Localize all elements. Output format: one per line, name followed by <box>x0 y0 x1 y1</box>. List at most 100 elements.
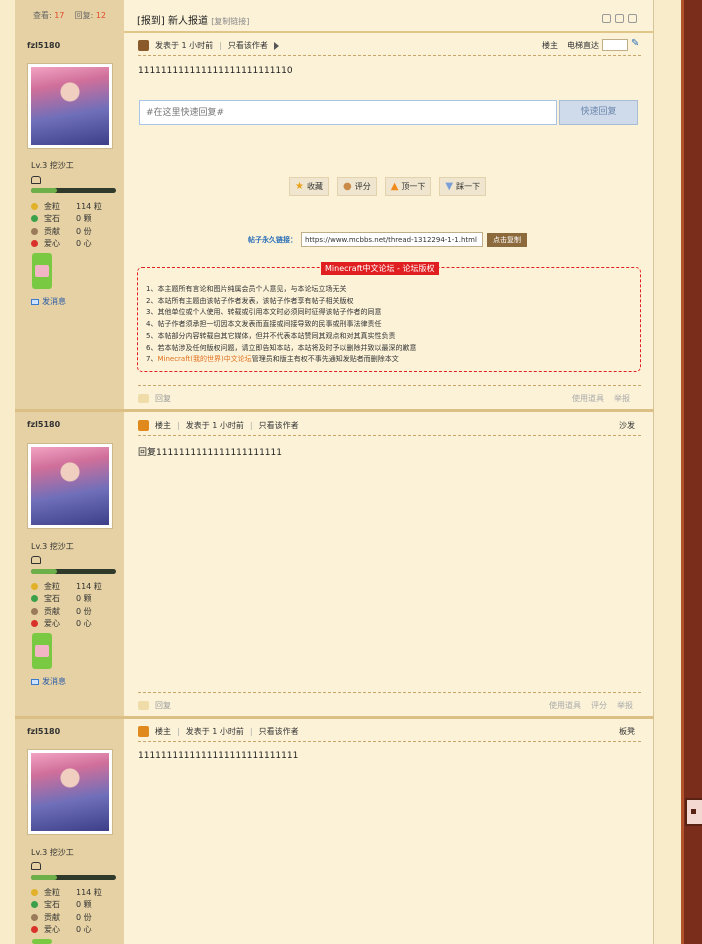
heart-icon <box>31 620 38 627</box>
prev-thread-icon[interactable] <box>615 14 624 23</box>
post3-meta-divider <box>138 741 641 742</box>
rate-button[interactable]: ● 评分 <box>336 177 377 196</box>
post3-meta: 楼主 | 发表于 1 小时前 | 只看该作者 <box>138 726 299 737</box>
report-link[interactable]: 举报 <box>614 393 630 404</box>
permalink-url[interactable] <box>301 232 483 247</box>
medal-icon[interactable] <box>32 633 52 669</box>
replies-label: 回复: <box>74 11 94 20</box>
gem-icon <box>31 215 38 222</box>
post1-avatar[interactable] <box>27 63 113 149</box>
heart-icon <box>31 240 38 247</box>
heart-icon <box>31 926 38 933</box>
post3-avatar[interactable] <box>27 749 113 835</box>
post2-send-message[interactable]: 发消息 <box>31 676 66 687</box>
post1-send-message[interactable]: 发消息 <box>31 296 66 307</box>
jump-floor-input[interactable] <box>602 39 628 51</box>
upvote-button[interactable]: ▲ 顶一下 <box>384 177 432 196</box>
rank-badge-icon <box>31 176 41 184</box>
post1-stat-heart: 爱心 0 心 <box>31 238 92 249</box>
rate-link[interactable]: 评分 <box>591 700 607 711</box>
use-item-link[interactable]: 使用道具 <box>549 700 581 711</box>
reply-icon <box>138 394 149 403</box>
thread-title: [报到] 新人报道 [复制链接] <box>137 12 249 27</box>
report-link[interactable]: 举报 <box>617 700 633 711</box>
post-actions: ★ 收藏 ● 评分 ▲ 顶一下 ▼ 踩一下 <box>289 177 487 196</box>
post2-rank[interactable]: Lv.3 挖沙工 <box>31 541 74 552</box>
post3-username[interactable]: fzl5180 <box>27 727 60 736</box>
play-icon[interactable] <box>273 41 279 50</box>
post1-foot-tools: 使用道具 举报 <box>572 393 630 404</box>
post1-stat-gem: 宝石 0 颗 <box>31 213 92 224</box>
post2-foot-tools: 使用道具 评分 举报 <box>549 700 633 711</box>
gem-icon <box>31 595 38 602</box>
envelope-icon <box>31 298 39 305</box>
quick-reply-input[interactable] <box>139 100 557 125</box>
post3-stat-gem: 宝石 0 颗 <box>31 899 92 910</box>
post-time: 发表于 1 小时前 <box>185 727 244 736</box>
post2-foot-divider <box>138 692 641 693</box>
gold-icon <box>31 203 38 210</box>
post3-level-progress <box>31 875 116 880</box>
gold-icon <box>31 583 38 590</box>
views-label: 查看: <box>32 11 52 20</box>
arrow-down-icon: ▼ <box>445 181 454 192</box>
thread-stats: 查看: 17 回复: 12 <box>15 10 124 28</box>
post3-stat-contrib: 贡献 0 份 <box>31 912 92 923</box>
contribution-icon <box>31 228 38 235</box>
envelope-icon <box>31 678 39 685</box>
copy-link-button[interactable]: [复制链接] <box>211 17 249 26</box>
post3-floor-label[interactable]: 板凳 <box>619 726 635 737</box>
print-icon[interactable] <box>602 14 611 23</box>
post1-rank[interactable]: Lv.3 挖沙工 <box>31 160 74 171</box>
post-time: 发表于 1 小时前 <box>155 41 214 50</box>
gem-icon <box>31 901 38 908</box>
next-thread-icon[interactable] <box>628 14 637 23</box>
post2-content: 回复1111111111111111111111 <box>138 448 282 458</box>
post1-username[interactable]: fzl5180 <box>27 41 60 50</box>
post-separator <box>15 716 654 719</box>
post2-avatar[interactable] <box>27 443 113 529</box>
post1-content: 111111111111111111111111110 <box>138 66 293 76</box>
only-author-link[interactable]: 只看该作者 <box>259 726 299 737</box>
post2-stat-heart: 爱心 0 心 <box>31 618 92 629</box>
contribution-icon <box>31 914 38 921</box>
post-main-column <box>124 0 654 944</box>
author-icon <box>138 40 149 51</box>
post1-jump-label: 电梯直达 <box>567 41 599 50</box>
permalink-row: 帖子永久链接： 点击复制 <box>248 232 527 247</box>
post1-stat-contrib: 贡献 0 份 <box>31 226 92 237</box>
post1-floor-label: 楼主 <box>542 41 558 50</box>
copy-permalink-button[interactable]: 点击复制 <box>487 232 527 247</box>
thread-title-text: 新人报道 <box>168 16 208 27</box>
author-icon <box>138 726 149 737</box>
post2-meta: 楼主 | 发表于 1 小时前 | 只看该作者 <box>138 420 299 431</box>
thumb-icon: ● <box>342 181 352 192</box>
only-author-link[interactable]: 只看该作者 <box>228 40 268 51</box>
views-count: 17 <box>54 11 65 20</box>
use-item-link[interactable]: 使用道具 <box>572 393 604 404</box>
post3-rank[interactable]: Lv.3 挖沙工 <box>31 847 74 858</box>
post1-reply[interactable]: 回复 <box>138 393 171 404</box>
post3-stat-gold: 金粒 114 粒 <box>31 887 102 898</box>
only-author-link[interactable]: 只看该作者 <box>259 420 299 431</box>
reply-icon <box>138 701 149 710</box>
op-label: 楼主 <box>155 421 171 430</box>
forum-name-link[interactable]: Minecraft(我的世界)中文论坛 <box>157 355 251 363</box>
notice-title: Minecraft中文论坛 - 论坛版权 <box>321 262 439 275</box>
side-float-tab[interactable] <box>685 798 702 826</box>
downvote-button[interactable]: ▼ 踩一下 <box>439 177 487 196</box>
post2-username[interactable]: fzl5180 <box>27 420 60 429</box>
post2-stat-gem: 宝石 0 颗 <box>31 593 92 604</box>
thread-tag[interactable]: [报到] <box>137 16 165 27</box>
jump-go-icon[interactable]: ✎ <box>631 38 639 49</box>
header-divider <box>124 31 654 33</box>
medal-icon[interactable] <box>32 939 52 944</box>
permalink-label: 帖子永久链接： <box>248 235 297 244</box>
favorite-button[interactable]: ★ 收藏 <box>289 177 329 196</box>
post2-meta-divider <box>138 435 641 436</box>
quick-reply-button[interactable]: 快速回复 <box>559 100 638 125</box>
post2-floor-label[interactable]: 沙发 <box>619 420 635 431</box>
post2-reply[interactable]: 回复 <box>138 700 171 711</box>
medal-icon[interactable] <box>32 253 52 289</box>
rank-badge-icon <box>31 862 41 870</box>
